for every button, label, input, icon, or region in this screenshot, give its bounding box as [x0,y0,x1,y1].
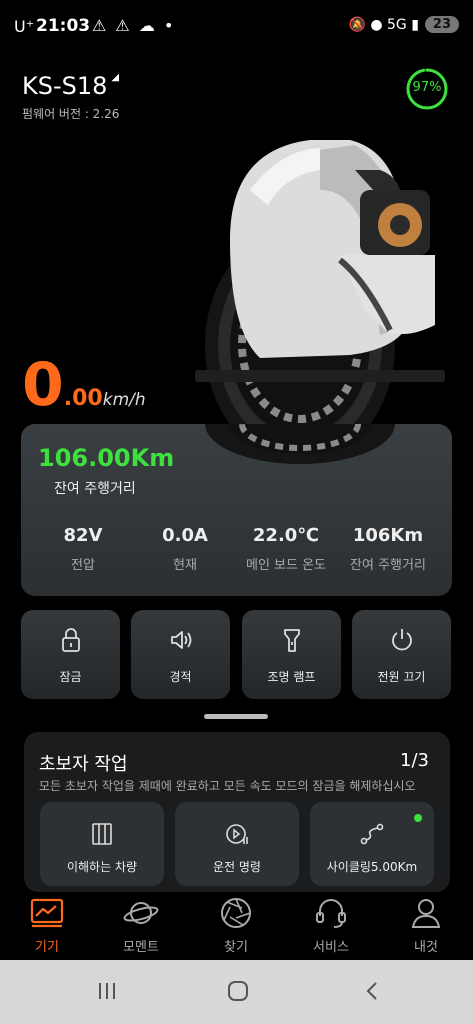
stat-voltage: 82V 전압 [29,525,137,573]
system-nav-bar [0,960,473,1024]
nav-label: 내것 [414,940,438,955]
light-button[interactable]: 조명 램프 [242,610,341,699]
nav-label: 찾기 [224,940,248,955]
speed-unit: km/h [102,390,146,410]
battery-percent: 97% [412,80,442,95]
remaining-distance: 106.00Km [38,444,175,472]
stat-label: 전압 [71,558,95,573]
task-label: 사이클링5.00Km [326,860,418,874]
tasks-count: 1/3 [400,750,429,771]
device-icon [30,898,64,928]
stat-current: 0.0A 현재 [131,525,239,573]
nav-label: 모멘트 [123,940,159,955]
horn-label: 경적 [169,670,192,684]
stat-remaining: 106Km 잔여 주행거리 [334,525,442,573]
nav-label: 서비스 [313,940,349,955]
system-icons: 🔕 ● 5G ▮ 23 [348,16,459,33]
power-off-label: 전원 끄기 [377,670,426,684]
power-icon [391,629,412,651]
home-icon[interactable] [227,980,249,1002]
route-icon [360,823,384,845]
lock-button[interactable]: 잠금 [21,610,120,699]
back-icon[interactable] [362,980,384,1002]
planet-icon [123,902,159,924]
user-icon [411,899,441,928]
recent-apps-icon[interactable] [96,980,118,1002]
horn-icon [170,631,191,649]
light-label: 조명 램프 [267,670,316,684]
unicycle-image [195,140,445,463]
task-label: 운전 명령 [213,860,261,874]
wheel-overlap [205,424,395,464]
speed-readout: 0.00km/h [22,350,146,420]
video-icon [226,824,248,844]
device-selector[interactable]: KS-S18 ◢ [22,72,119,100]
device-model: KS-S18 [22,72,108,100]
nav-service[interactable]: 서비스 [296,896,366,955]
firmware-version: 펌웨어 버전 : 2.26 [22,107,120,121]
stat-value: 82V [63,525,103,546]
power-off-button[interactable]: 전원 끄기 [352,610,451,699]
task-label: 이해하는 차량 [66,860,138,874]
stat-label: 현재 [173,558,197,573]
aperture-icon [221,898,251,928]
nav-mine[interactable]: 내것 [391,896,461,955]
lock-icon [61,628,80,652]
horn-button[interactable]: 경적 [131,610,230,699]
stat-label: 잔여 주행거리 [350,558,426,573]
stat-label: 메인 보드 온도 [245,558,327,573]
stat-temperature: 22.0℃ 메인 보드 온도 [232,525,340,573]
notification-icons: ⚠ ⚠ ☁ • [92,16,176,35]
vehicle-icon [92,823,112,845]
nav-moments[interactable]: 모멘트 [106,896,176,955]
headset-icon [316,899,346,928]
nav-discover[interactable]: 찾기 [201,896,271,955]
nav-label: 기기 [35,940,59,955]
task-driving-commands[interactable]: 운전 명령 [175,802,299,886]
speed-decimal: .00 [63,386,103,411]
stat-value: 22.0℃ [252,525,320,546]
signal-icons: 🔕 ● 5G ▮ [348,16,419,33]
flashlight-icon [283,629,300,652]
lock-label: 잠금 [59,670,82,684]
nav-device[interactable]: 기기 [12,896,82,955]
speed-integer: 0 [22,350,64,420]
dropdown-icon: ◢ [111,72,120,83]
task-understand-vehicle[interactable]: 이해하는 차량 [40,802,164,886]
battery-level: 23 [424,16,459,33]
carrier-label: U⁺ [14,17,35,36]
tasks-title: 초보자 작업 [39,754,128,775]
status-time: 21:03 [36,16,91,36]
task-status-dot [414,814,422,822]
status-bar: U⁺ 21:03 ⚠ ⚠ ☁ • 🔕 ● 5G ▮ 23 [0,0,473,56]
remaining-distance-label: 잔여 주행거리 [54,481,136,497]
drag-handle[interactable] [204,714,268,719]
tasks-description: 모든 초보자 작업을 제때에 완료하고 모든 속도 모드의 잠금을 해제하십시오 [39,779,416,793]
stat-value: 0.0A [162,525,208,546]
stat-value: 106Km [352,525,424,546]
